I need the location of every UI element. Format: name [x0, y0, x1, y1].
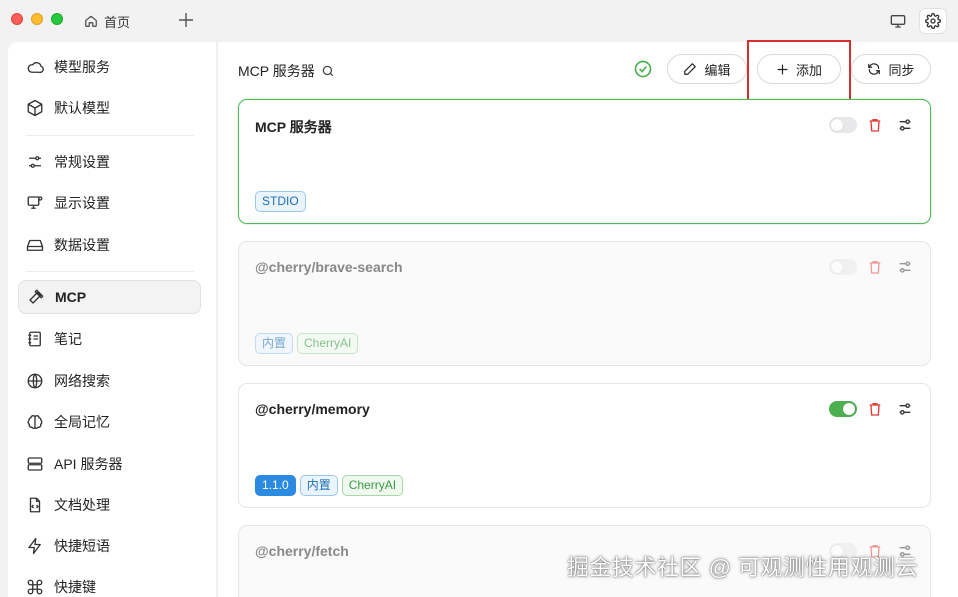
- sidebar-item-label: 默认模型: [54, 100, 110, 116]
- server-settings-icon[interactable]: [897, 117, 913, 133]
- add-button-label: 添加: [795, 62, 822, 78]
- sidebar-item-default-model[interactable]: 默认模型: [18, 91, 201, 125]
- sidebar-item-label: API 服务器: [54, 456, 123, 472]
- sidebar-divider: [26, 271, 194, 272]
- sidebar-item-mcp[interactable]: MCP: [18, 280, 201, 314]
- close-window-button[interactable]: [11, 13, 23, 25]
- plus-icon: [777, 64, 788, 74]
- sidebar-item-label: 笔记: [54, 331, 82, 347]
- mcp-server-card[interactable]: MCP 服务器 STDIO: [238, 99, 931, 224]
- command-icon: [27, 579, 43, 595]
- check-circle-icon: [634, 60, 652, 78]
- server-settings-icon[interactable]: [897, 259, 913, 275]
- card-tags: 1.1.0 内置 CherryAI: [255, 475, 404, 496]
- sidebar-item-general-settings[interactable]: 常规设置: [18, 145, 201, 179]
- hammer-icon: [29, 289, 44, 304]
- tag-builtin: 内置: [299, 475, 338, 496]
- trash-icon[interactable]: [867, 259, 883, 275]
- edit-button-label: 编辑: [704, 62, 731, 78]
- sidebar-item-label: 全局记忆: [54, 414, 110, 430]
- sidebar-item-label: 常规设置: [54, 154, 110, 170]
- notebook-icon: [28, 331, 41, 347]
- sync-button-label: 同步: [888, 62, 915, 78]
- sidebar-item-document-processing[interactable]: 文档处理: [18, 488, 201, 522]
- cloud-icon: [27, 61, 44, 74]
- refresh-icon: [868, 63, 881, 75]
- mcp-server-card[interactable]: @cherry/memory 1.1.0 内置 CherryAI: [238, 383, 931, 508]
- sidebar-item-label: 显示设置: [54, 195, 110, 211]
- card-title: @cherry/brave-search: [255, 259, 403, 275]
- page-title-text: MCP 服务器: [238, 63, 315, 79]
- edit-button[interactable]: 编辑: [667, 54, 747, 84]
- tag-builtin: 内置: [255, 333, 294, 354]
- sidebar-item-api-server[interactable]: API 服务器: [18, 447, 201, 481]
- enable-toggle[interactable]: [829, 117, 857, 133]
- sidebar-item-global-memory[interactable]: 全局记忆: [18, 405, 201, 439]
- card-tags: STDIO: [255, 191, 306, 212]
- sidebar-item-label: 快捷短语: [54, 538, 110, 554]
- sidebar-item-quick-phrases[interactable]: 快捷短语: [18, 529, 201, 563]
- maximize-window-button[interactable]: [51, 13, 63, 25]
- watermark-text: 掘金技术社区 @ 可观测性用观测云: [567, 555, 919, 580]
- title-bar: 首页: [0, 0, 958, 42]
- sidebar-item-display-settings[interactable]: 显示设置: [18, 186, 201, 220]
- sidebar-item-shortcuts[interactable]: 快捷键: [18, 570, 201, 597]
- sidebar-item-model-service[interactable]: 模型服务: [18, 50, 201, 84]
- monitor-icon: [890, 15, 906, 28]
- tab-home[interactable]: 首页: [84, 10, 130, 32]
- sidebar-item-label: 网络搜索: [54, 373, 110, 389]
- sidebar-item-label: MCP: [55, 289, 87, 305]
- sliders-icon: [29, 156, 41, 168]
- page-title: MCP 服务器: [238, 61, 335, 81]
- sidebar-item-label: 模型服务: [54, 59, 110, 75]
- tag-transport: STDIO: [255, 191, 306, 212]
- gear-icon: [925, 13, 941, 29]
- tag-provider: CherryAI: [341, 475, 404, 496]
- tag-version: 1.1.0: [255, 475, 296, 496]
- mcp-server-card[interactable]: @cherry/brave-search 内置 CherryAI: [238, 241, 931, 366]
- minimize-window-button[interactable]: [31, 13, 43, 25]
- tag-provider: CherryAI: [297, 333, 359, 354]
- settings-button[interactable]: [919, 8, 947, 34]
- card-title: MCP 服务器: [255, 119, 332, 135]
- monitor-button[interactable]: [884, 8, 912, 34]
- card-title: @cherry/fetch: [255, 543, 349, 559]
- new-tab-button[interactable]: [178, 9, 196, 31]
- pencil-icon: [684, 63, 697, 75]
- sidebar-item-data-settings[interactable]: 数据设置: [18, 228, 201, 262]
- enable-toggle[interactable]: [829, 401, 857, 417]
- zap-icon: [28, 537, 41, 555]
- server-settings-icon[interactable]: [897, 401, 913, 417]
- tab-label: 首页: [104, 14, 131, 30]
- card-tags: 内置 CherryAI: [255, 333, 359, 354]
- cube-icon: [27, 99, 43, 117]
- sidebar-item-web-search[interactable]: 网络搜索: [18, 364, 201, 398]
- add-button[interactable]: 添加: [757, 54, 841, 84]
- sync-button[interactable]: 同步: [851, 54, 931, 84]
- brain-icon: [27, 415, 43, 429]
- settings-sidebar: 模型服务 默认模型 常规设置 显示设置 数据设置 MCP 笔记 网络搜索 全局记…: [8, 42, 216, 597]
- globe-icon: [27, 373, 43, 389]
- file-code-icon: [29, 497, 41, 513]
- search-icon[interactable]: [321, 64, 335, 78]
- server-icon: [27, 457, 43, 471]
- sidebar-divider: [26, 135, 194, 136]
- trash-icon[interactable]: [867, 401, 883, 417]
- home-icon: [85, 15, 97, 27]
- drive-icon: [26, 239, 44, 251]
- enable-toggle[interactable]: [829, 259, 857, 275]
- sidebar-item-notes[interactable]: 笔记: [18, 322, 201, 356]
- display-icon: [27, 196, 43, 209]
- sidebar-item-label: 数据设置: [54, 237, 110, 253]
- sidebar-item-label: 快捷键: [54, 579, 96, 595]
- sidebar-item-label: 文档处理: [54, 497, 110, 513]
- card-title: @cherry/memory: [255, 401, 370, 417]
- trash-icon[interactable]: [867, 117, 883, 133]
- plus-icon: [179, 13, 193, 27]
- mcp-main-panel: MCP 服务器 编辑 添加 同步 MCP 服务器 STDIO @cherry/b…: [217, 40, 958, 597]
